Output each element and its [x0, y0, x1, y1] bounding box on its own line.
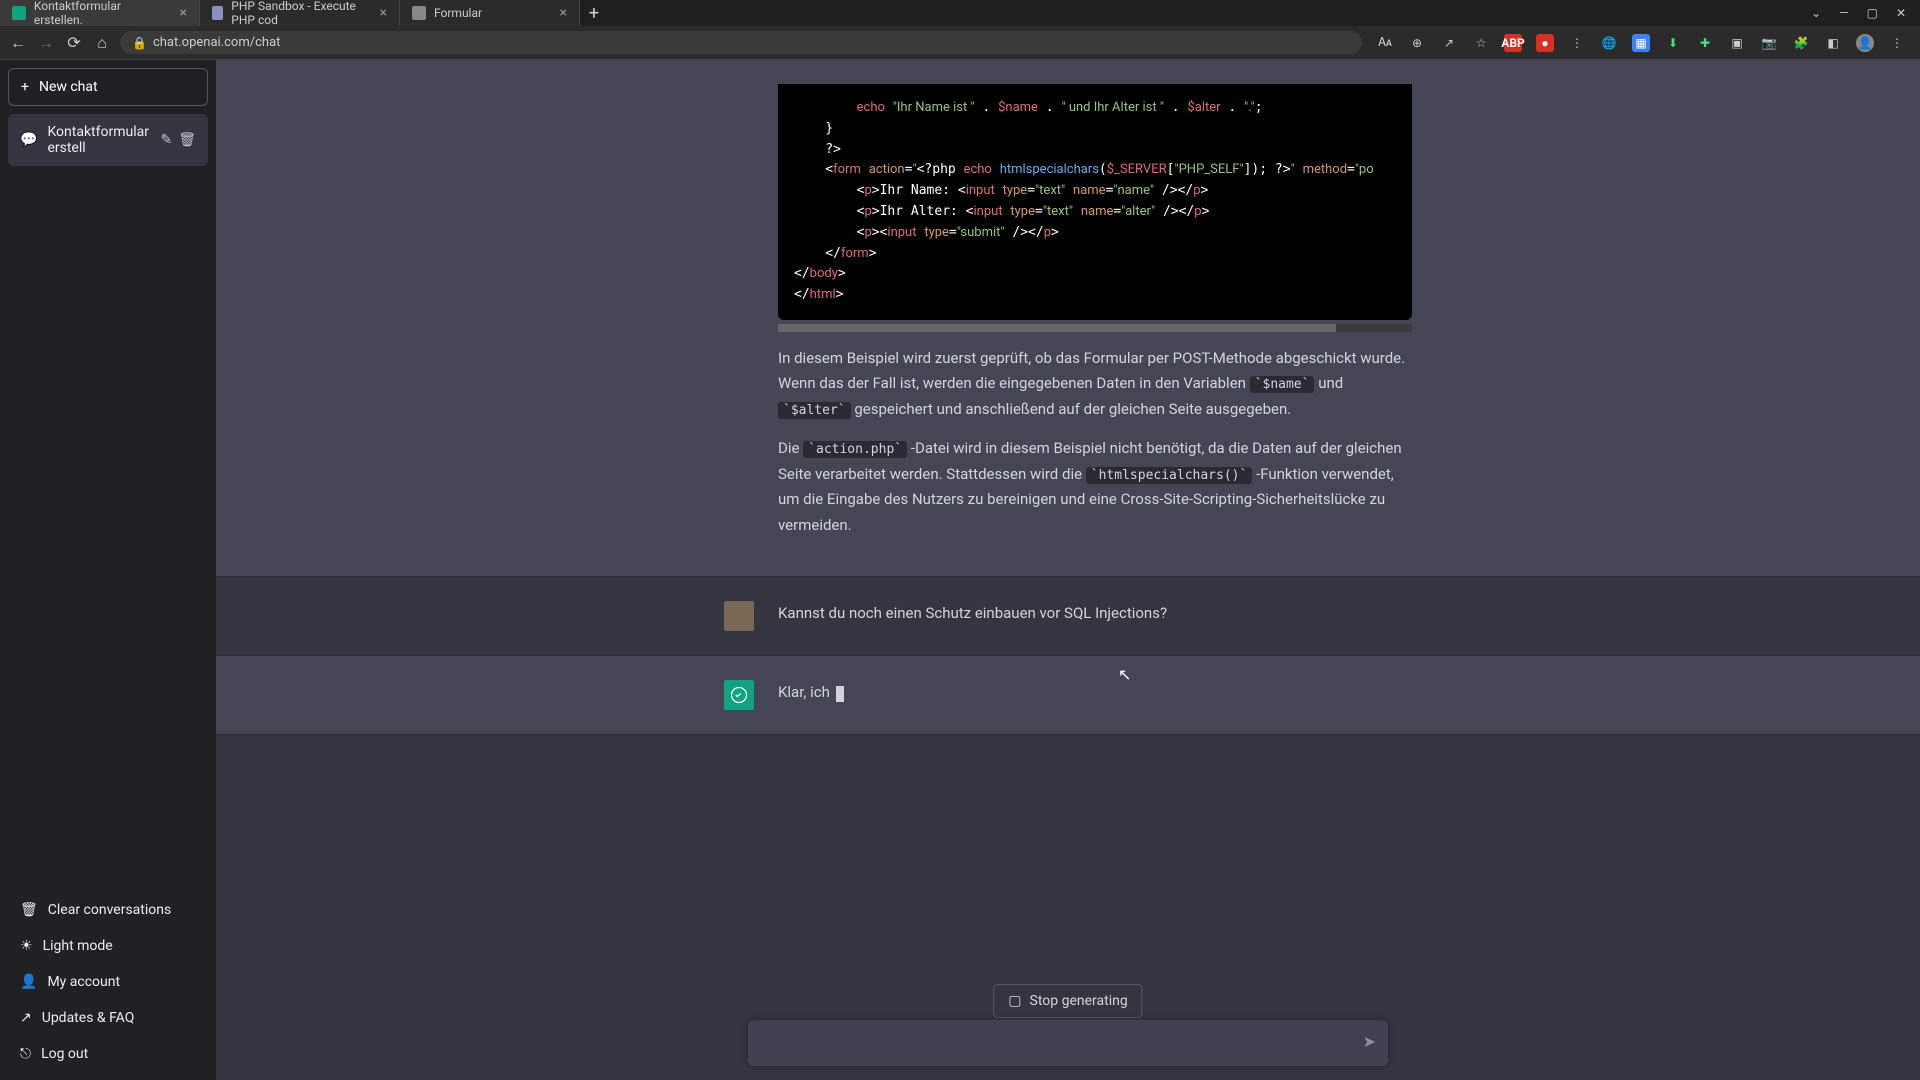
- extension-icon[interactable]: ▣: [1728, 34, 1746, 52]
- sidebar-bottom: 🗑 Clear conversations ☀ Light mode 👤 My …: [8, 892, 208, 1072]
- assistant-paragraph: In diesem Beispiel wird zuerst geprüft, …: [778, 346, 1412, 423]
- browser-tabs: Kontaktformular erstellen. × PHP Sandbox…: [0, 0, 1797, 26]
- sun-icon: ☀: [20, 938, 33, 954]
- extension-icon[interactable]: ▦: [1632, 34, 1650, 52]
- browser-tab-1[interactable]: PHP Sandbox - Execute PHP cod ×: [200, 0, 400, 26]
- user-content: Kannst du noch einen Schutz einbauen vor…: [778, 601, 1412, 631]
- camera-icon[interactable]: 📷: [1760, 34, 1778, 52]
- chat-main: echo "Ihr Name ist " . $name . " und Ihr…: [216, 60, 1920, 1080]
- chat-input-wrap: ➤: [748, 1020, 1388, 1066]
- tab-title: Formular: [434, 6, 482, 20]
- logout-button[interactable]: ⎋ Log out: [8, 1036, 208, 1072]
- inline-code: `action.php`: [803, 441, 907, 458]
- chat-icon: 💬: [20, 132, 37, 148]
- browser-tab-2[interactable]: Formular ×: [400, 0, 580, 26]
- user-avatar-icon: [724, 601, 754, 631]
- address-bar[interactable]: 🔒 chat.openai.com/chat: [120, 31, 1362, 54]
- new-chat-button[interactable]: + New chat: [8, 68, 208, 106]
- browser-toolbar: ← → ⟳ ⌂ 🔒 chat.openai.com/chat 🗛 ⊕ ↗ ☆ A…: [0, 26, 1920, 60]
- conversation-item[interactable]: 💬 Kontaktformular erstell ✎ 🗑: [8, 114, 208, 166]
- ublock-extension-icon[interactable]: ●: [1536, 34, 1554, 52]
- tab-close-icon[interactable]: ×: [560, 5, 567, 21]
- maximize-icon[interactable]: ▢: [1867, 6, 1878, 20]
- stop-label: Stop generating: [1030, 993, 1128, 1009]
- menu-icon[interactable]: ⋮: [1888, 34, 1906, 52]
- label: Clear conversations: [48, 902, 171, 918]
- browser-tab-0[interactable]: Kontaktformular erstellen. ×: [0, 0, 200, 26]
- messages-scroll[interactable]: echo "Ihr Name ist " . $name . " und Ihr…: [216, 60, 1920, 1080]
- ai-avatar-icon: [724, 680, 754, 710]
- extension-icon[interactable]: ⋮: [1568, 34, 1586, 52]
- share-icon[interactable]: ↗: [1440, 34, 1458, 52]
- tab-favicon-icon: [212, 6, 223, 20]
- tab-title: PHP Sandbox - Execute PHP cod: [231, 0, 371, 27]
- label: My account: [47, 974, 120, 990]
- puzzle-icon[interactable]: 🧩: [1792, 34, 1810, 52]
- link-icon: ↗: [20, 1010, 32, 1026]
- trash-icon: 🗑: [20, 902, 38, 918]
- reload-icon[interactable]: ⟳: [64, 33, 84, 53]
- tab-close-icon[interactable]: ×: [180, 5, 187, 21]
- tab-close-icon[interactable]: ×: [380, 5, 387, 21]
- lock-icon: 🔒: [132, 36, 147, 50]
- extension-icon[interactable]: ✚: [1696, 34, 1714, 52]
- edit-icon[interactable]: ✎: [160, 132, 172, 148]
- send-icon[interactable]: ➤: [1363, 1032, 1376, 1051]
- tab-favicon-icon: [12, 6, 26, 20]
- chevron-down-icon[interactable]: ⌄: [1811, 6, 1821, 20]
- profile-avatar-icon[interactable]: 👤: [1856, 34, 1874, 52]
- code-horizontal-scrollbar[interactable]: [778, 324, 1412, 332]
- tab-favicon-icon: [412, 6, 426, 20]
- clear-conversations-button[interactable]: 🗑 Clear conversations: [8, 892, 208, 928]
- label: Updates & FAQ: [42, 1010, 135, 1026]
- user-message: Kannst du noch einen Schutz einbauen vor…: [216, 577, 1920, 656]
- stop-generating-button[interactable]: ▢ Stop generating: [993, 984, 1142, 1018]
- new-tab-button[interactable]: +: [580, 0, 608, 26]
- tab-title: Kontaktformular erstellen.: [34, 0, 172, 27]
- light-mode-button[interactable]: ☀ Light mode: [8, 928, 208, 964]
- chat-input[interactable]: ➤: [748, 1020, 1388, 1066]
- user-icon: 👤: [20, 974, 37, 990]
- conversation-title: Kontaktformular erstell: [47, 124, 150, 156]
- inline-code: `htmlspecialchars()`: [1086, 467, 1253, 484]
- stop-icon: ▢: [1008, 993, 1021, 1009]
- url-text: chat.openai.com/chat: [153, 35, 280, 50]
- updates-faq-button[interactable]: ↗ Updates & FAQ: [8, 1000, 208, 1036]
- label: Light mode: [43, 938, 113, 954]
- inline-code: `$alter`: [778, 402, 851, 419]
- assistant-message-streaming: Klar, ich: [216, 656, 1920, 735]
- assistant-content: echo "Ihr Name ist " . $name . " und Ihr…: [778, 84, 1412, 552]
- assistant-paragraph: Die `action.php` -Datei wird in diesem B…: [778, 436, 1412, 538]
- translate-icon[interactable]: 🗛: [1376, 34, 1394, 52]
- sidepanel-icon[interactable]: ◧: [1824, 34, 1842, 52]
- home-icon[interactable]: ⌂: [92, 33, 112, 53]
- assistant-message: echo "Ihr Name ist " . $name . " und Ihr…: [216, 60, 1920, 577]
- abp-extension-icon[interactable]: ABP: [1504, 34, 1522, 52]
- chat-textarea[interactable]: [762, 1032, 1348, 1050]
- minimize-icon[interactable]: —: [1839, 6, 1848, 20]
- trash-icon[interactable]: 🗑: [178, 132, 196, 148]
- extension-icons: 🗛 ⊕ ↗ ☆ ABP ● ⋮ 🌐 ▦ ⬇ ✚ ▣ 📷 🧩 ◧ 👤 ⋮: [1370, 34, 1912, 52]
- sidebar: + New chat 💬 Kontaktformular erstell ✎ 🗑…: [0, 60, 216, 1080]
- plus-icon: +: [21, 79, 29, 95]
- close-window-icon[interactable]: ✕: [1896, 6, 1906, 20]
- forward-icon[interactable]: →: [36, 33, 56, 53]
- new-chat-label: New chat: [39, 79, 98, 95]
- globe-icon[interactable]: 🌐: [1600, 34, 1618, 52]
- typing-cursor-icon: [836, 686, 844, 702]
- assistant-content: Klar, ich: [778, 680, 1412, 710]
- label: Log out: [41, 1046, 88, 1062]
- chatgpt-app: + New chat 💬 Kontaktformular erstell ✎ 🗑…: [0, 60, 1920, 1080]
- browser-titlebar: Kontaktformular erstellen. × PHP Sandbox…: [0, 0, 1920, 26]
- logout-icon: ⎋: [20, 1046, 31, 1062]
- inline-code: `$name`: [1250, 376, 1315, 393]
- star-icon[interactable]: ☆: [1472, 34, 1490, 52]
- zoom-icon[interactable]: ⊕: [1408, 34, 1426, 52]
- window-controls: ⌄ — ▢ ✕: [1797, 0, 1920, 26]
- code-block[interactable]: echo "Ihr Name ist " . $name . " und Ihr…: [778, 84, 1412, 320]
- my-account-button[interactable]: 👤 My account: [8, 964, 208, 1000]
- extension-icon[interactable]: ⬇: [1664, 34, 1682, 52]
- back-icon[interactable]: ←: [8, 33, 28, 53]
